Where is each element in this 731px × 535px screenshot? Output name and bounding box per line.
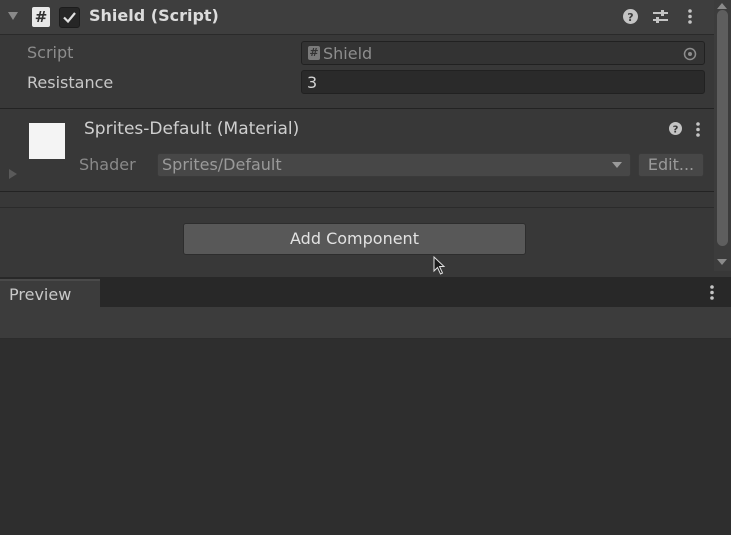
chevron-down-icon — [612, 162, 622, 168]
script-icon: # — [32, 7, 50, 27]
script-field-value: Shield — [323, 44, 373, 63]
material-help-icon[interactable]: ? — [668, 121, 683, 140]
scroll-up-arrow-icon[interactable] — [717, 3, 727, 9]
divider — [0, 191, 714, 192]
script-label: Script — [27, 43, 74, 62]
preview-tab-bar — [0, 277, 731, 307]
scroll-down-arrow-icon[interactable] — [717, 259, 727, 265]
preview-toolbar — [0, 307, 731, 339]
material-preview-swatch — [29, 123, 65, 159]
component-header[interactable]: # Shield (Script) ? — [0, 0, 714, 35]
resistance-input[interactable]: 3 — [301, 70, 705, 94]
resistance-label: Resistance — [27, 73, 114, 92]
material-title: Sprites-Default (Material) — [84, 119, 300, 139]
help-icon[interactable]: ? — [622, 8, 639, 29]
shader-dropdown-value: Sprites/Default — [162, 155, 282, 174]
resistance-value: 3 — [307, 73, 318, 92]
checkmark-icon — [63, 12, 76, 24]
script-file-icon: # — [308, 46, 320, 60]
preview-area — [0, 339, 731, 535]
shader-dropdown[interactable]: Sprites/Default — [157, 153, 631, 177]
divider — [0, 108, 714, 109]
svg-text:?: ? — [627, 11, 633, 24]
material-foldout-arrow-icon[interactable] — [9, 169, 17, 179]
preview-kebab-menu-icon[interactable] — [708, 284, 716, 305]
svg-text:?: ? — [673, 125, 679, 136]
shader-edit-button[interactable]: Edit... — [638, 153, 704, 177]
scrollbar-thumb[interactable] — [717, 10, 728, 246]
preview-tab-label: Preview — [9, 285, 72, 304]
component-enabled-checkbox[interactable] — [59, 7, 80, 28]
shader-label: Shader — [79, 155, 136, 174]
divider — [0, 207, 714, 208]
add-component-button[interactable]: Add Component — [183, 223, 526, 255]
material-kebab-menu-icon[interactable] — [694, 121, 702, 142]
tab-preview[interactable]: Preview — [0, 279, 100, 307]
script-field[interactable]: # Shield — [301, 41, 705, 65]
object-picker-icon[interactable] — [683, 46, 697, 65]
component-title: Shield (Script) — [89, 6, 219, 25]
presets-icon[interactable] — [652, 8, 669, 29]
kebab-menu-icon[interactable] — [686, 8, 694, 29]
foldout-arrow-icon[interactable] — [8, 12, 18, 20]
